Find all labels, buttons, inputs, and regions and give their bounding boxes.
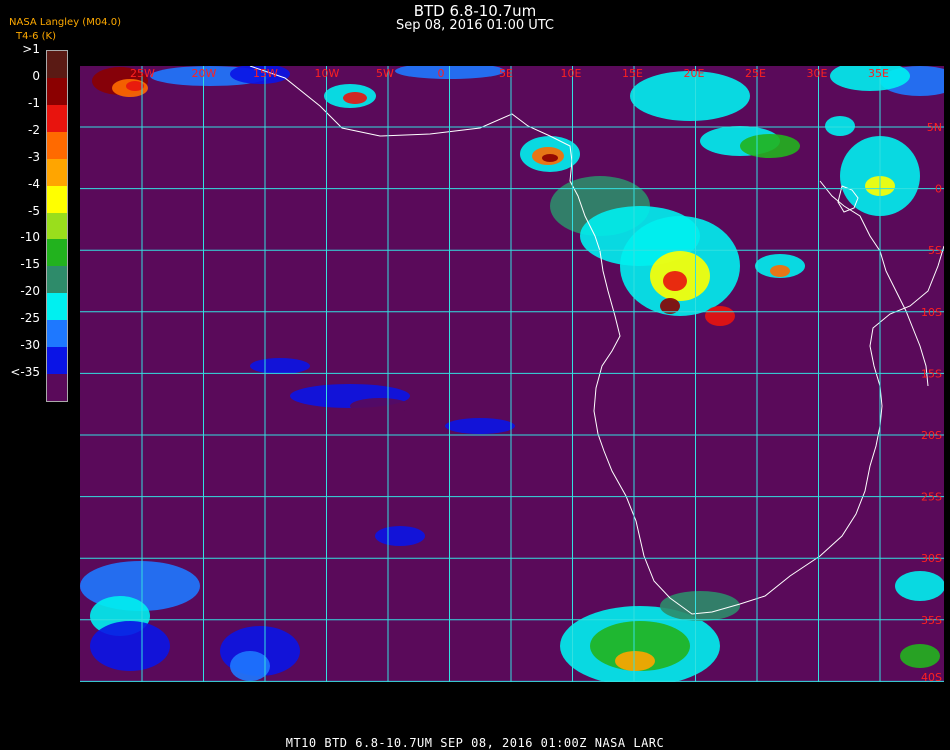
longitude-label: 0 — [438, 67, 445, 80]
longitude-label: 15W — [253, 67, 278, 80]
legend-label: -30 — [20, 338, 40, 353]
legend-label: -20 — [20, 284, 40, 299]
satellite-map: 25W 20W 15W 10W 5W 0 5E 10E 15E 20E 25E 30E 35E 5N 0 5S… — [80, 66, 944, 682]
longitude-label: 20E — [684, 67, 705, 80]
legend-swatch — [47, 158, 67, 186]
longitude-label: 15E — [622, 67, 643, 80]
cloud-blob — [90, 621, 170, 671]
cloud-blob — [705, 306, 735, 326]
latitude-label: 30S — [921, 552, 942, 565]
cloud-blob — [375, 526, 425, 546]
latitude-label: 15S — [921, 367, 942, 380]
cloud-blob — [230, 651, 270, 681]
legend-label: -10 — [20, 230, 40, 245]
cloud-blob — [445, 418, 515, 434]
cloud-blob — [542, 154, 558, 162]
cloud-blob — [770, 265, 790, 277]
latitude-label: 0 — [935, 183, 942, 196]
legend-label: <-35 — [10, 365, 40, 380]
legend-label: -2 — [28, 122, 40, 137]
map-canvas: 25W 20W 15W 10W 5W 0 5E 10E 15E 20E 25E 30E 35E 5N 0 5S… — [80, 66, 944, 682]
legend-swatch — [47, 320, 67, 348]
longitude-label: 25E — [745, 67, 766, 80]
latitude-label: 20S — [921, 429, 942, 442]
longitude-label: 5W — [376, 67, 394, 80]
longitude-label: 10E — [561, 67, 582, 80]
legend-swatch — [47, 293, 67, 321]
map-background — [80, 66, 944, 682]
legend-swatch — [47, 51, 67, 78]
legend-swatch — [47, 347, 67, 375]
legend-swatch — [47, 212, 67, 240]
longitude-label: 25W — [130, 67, 155, 80]
legend-swatch — [47, 374, 67, 402]
legend-label: -25 — [20, 311, 40, 326]
legend-label: -3 — [28, 149, 40, 164]
cloud-blob — [660, 591, 740, 621]
color-legend — [46, 50, 68, 402]
longitude-label: 10W — [315, 67, 340, 80]
legend-swatch — [47, 77, 67, 105]
legend-label: -15 — [20, 257, 40, 272]
cloud-blob — [615, 651, 655, 671]
footer-caption: MT10 BTD 6.8-10.7UM SEP 08, 2016 01:00Z … — [285, 736, 665, 750]
cloud-blob — [126, 81, 144, 91]
legend-swatch — [47, 185, 67, 213]
cloud-blob — [343, 92, 367, 104]
cloud-blob — [663, 271, 687, 291]
latitude-label: 35S — [921, 614, 942, 627]
cloud-blob — [250, 358, 310, 374]
longitude-label: 35E — [868, 67, 889, 80]
latitude-label: 10S — [921, 306, 942, 319]
cloud-blob — [740, 134, 800, 158]
legend-swatch — [47, 131, 67, 159]
latitude-label: 40S — [921, 671, 942, 682]
cloud-blob — [350, 398, 410, 414]
latitude-label: 5S — [928, 244, 942, 257]
legend-label: -1 — [28, 95, 40, 110]
longitude-label: 30E — [807, 67, 828, 80]
longitude-label: 20W — [192, 67, 217, 80]
credit-line-1: NASA Langley (M04.0) — [9, 17, 121, 28]
legend-label: >1 — [22, 42, 40, 56]
cloud-blob — [895, 571, 944, 601]
legend-swatch — [47, 104, 67, 132]
cloud-blob — [900, 644, 940, 668]
latitude-label: 25S — [921, 491, 942, 504]
longitude-label: 5E — [499, 67, 513, 80]
cloud-blob — [825, 116, 855, 136]
legend-label: -5 — [28, 203, 40, 218]
legend-swatch — [47, 239, 67, 267]
credit-line-2: T4-6 (K) — [16, 31, 56, 42]
legend-swatch — [47, 266, 67, 294]
latitude-label: 5N — [927, 121, 942, 134]
legend-label: 0 — [32, 68, 40, 83]
legend-label: -4 — [28, 176, 40, 191]
chart-subtitle: Sep 08, 2016 01:00 UTC — [395, 18, 555, 33]
